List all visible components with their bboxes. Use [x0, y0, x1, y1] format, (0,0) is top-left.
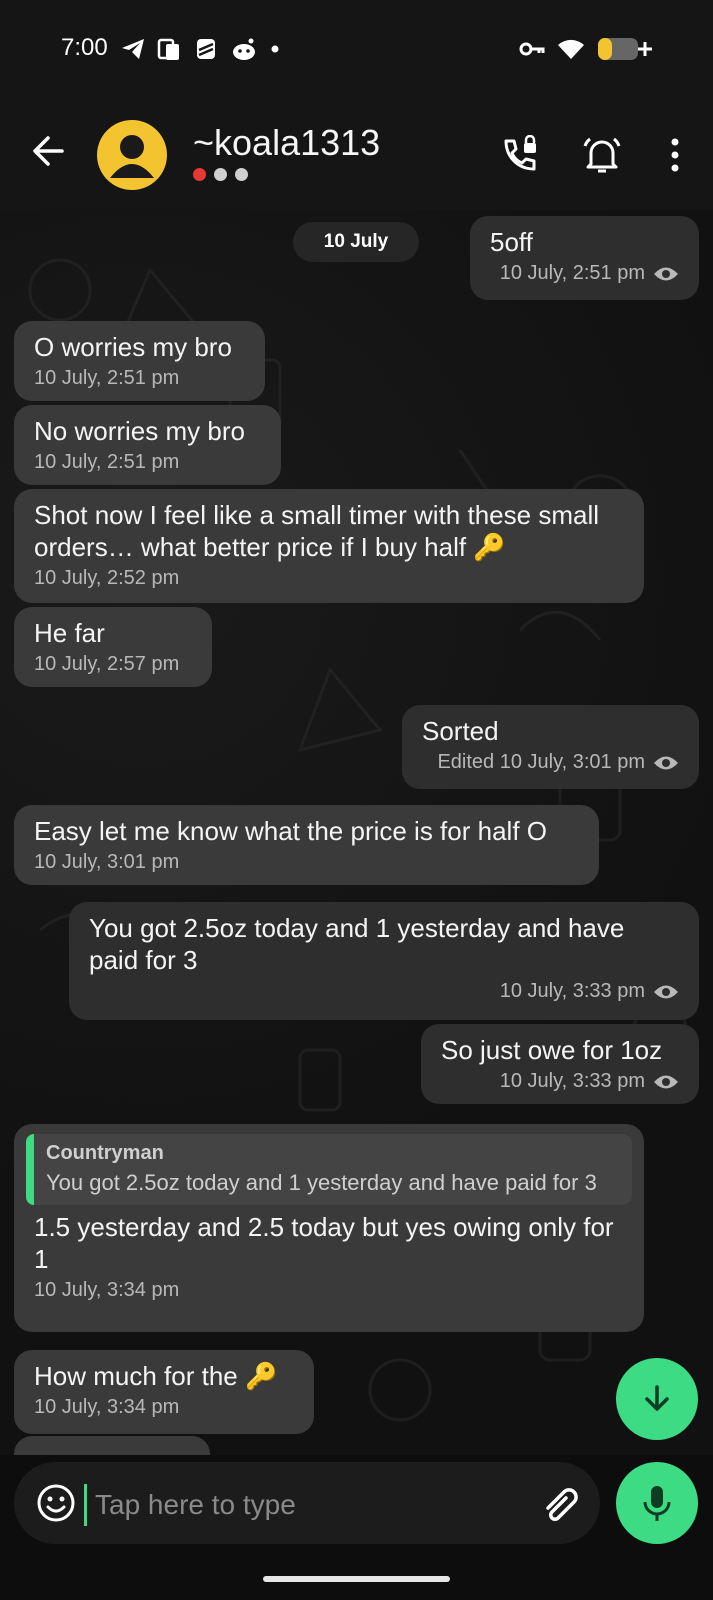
more-notifications-icon — [271, 45, 279, 53]
layers-icon — [197, 39, 215, 59]
message-composer — [14, 1462, 600, 1544]
back-button[interactable] — [24, 126, 74, 176]
message-timestamp: 10 July, 2:51 pm — [499, 262, 645, 284]
cards-icon — [157, 38, 179, 60]
more-vert-icon — [671, 138, 679, 172]
call-button[interactable] — [495, 130, 545, 180]
vpn-key-icon — [519, 42, 545, 56]
message-text: O worries my bro — [34, 332, 232, 362]
eye-icon — [654, 985, 678, 998]
message-bubble-incoming[interactable]: How much for the 🔑 10 July, 3:34 pm — [14, 1350, 314, 1434]
phone-lock-icon — [504, 135, 536, 171]
message-timestamp: 10 July, 2:52 pm — [34, 567, 180, 589]
message-bubble-outgoing[interactable]: So just owe for 1oz 10 July, 3:33 pm — [421, 1024, 699, 1104]
message-timestamp: 10 July, 2:51 pm — [34, 451, 180, 473]
message-bubble-incoming[interactable]: Easy let me know what the price is for h… — [14, 805, 599, 885]
telegram-icon — [122, 39, 144, 59]
message-text: Shot now I feel like a small timer with … — [34, 500, 599, 562]
scroll-to-bottom-button[interactable] — [616, 1358, 698, 1440]
battery-icon — [598, 38, 652, 60]
presence-dot-red — [193, 168, 206, 181]
message-text: You got 2.5oz today and 1 yesterday and … — [89, 913, 625, 975]
message-input[interactable] — [84, 1484, 517, 1526]
message-text: 5off — [490, 227, 533, 257]
message-bubble-incoming[interactable]: O worries my bro 10 July, 2:51 pm — [14, 321, 265, 401]
emoji-button[interactable] — [34, 1481, 78, 1525]
status-bar: 7:00 — [0, 0, 713, 100]
status-time: 7:00 — [61, 34, 108, 61]
attach-button[interactable] — [540, 1482, 584, 1526]
date-separator: 10 July — [293, 222, 419, 262]
notification-icons — [120, 36, 282, 62]
attachment-icon — [546, 1488, 578, 1521]
chat-header: ~koala1313 — [0, 100, 713, 210]
message-text: He far — [34, 618, 105, 648]
eye-icon — [654, 1075, 678, 1088]
person-icon — [110, 135, 154, 178]
emoji-icon — [37, 1484, 75, 1522]
eye-icon — [654, 756, 678, 769]
contact-name[interactable]: ~koala1313 — [193, 122, 380, 164]
message-text: How much for the 🔑 — [34, 1361, 278, 1391]
message-bubble-outgoing[interactable]: You got 2.5oz today and 1 yesterday and … — [69, 902, 699, 1020]
message-timestamp: 10 July, 3:33 pm — [499, 1070, 645, 1092]
message-text: 1.5 yesterday and 2.5 today but yes owin… — [34, 1212, 614, 1274]
message-timestamp: 10 July, 3:34 pm — [34, 1396, 180, 1418]
message-timestamp: 10 July, 2:57 pm — [34, 653, 180, 675]
message-timestamp: Edited 10 July, 3:01 pm — [437, 751, 645, 773]
arrow-down-icon — [645, 1385, 669, 1411]
message-bubble-incoming[interactable]: No worries my bro 10 July, 2:51 pm — [14, 405, 281, 485]
bell-icon — [583, 137, 621, 173]
more-options-button[interactable] — [650, 130, 700, 180]
message-bubble-incoming[interactable] — [14, 1436, 210, 1455]
message-meta: Edited 10 July, 3:01 pm — [422, 751, 679, 774]
message-timestamp: 10 July, 2:51 pm — [34, 367, 180, 389]
message-bubble-incoming[interactable]: He far 10 July, 2:57 pm — [14, 607, 212, 687]
reddit-icon — [233, 38, 255, 60]
message-list[interactable]: 10 July 5off 10 July, 2:51 pm O worries … — [0, 210, 713, 1455]
notifications-button[interactable] — [577, 130, 627, 180]
message-bubble-outgoing[interactable]: 5off 10 July, 2:51 pm — [470, 216, 699, 300]
presence-dot — [235, 168, 248, 181]
reply-text: You got 2.5oz today and 1 yesterday and … — [46, 1170, 597, 1195]
avatar[interactable] — [97, 120, 167, 190]
message-text: Sorted — [422, 716, 499, 746]
message-timestamp: 10 July, 3:34 pm — [34, 1279, 180, 1301]
chat-screen: 7:00 ~koala1313 10 July 5off 10 July, 2:… — [0, 0, 713, 1600]
message-text: No worries my bro — [34, 416, 245, 446]
message-timestamp: 10 July, 3:33 pm — [499, 980, 645, 1002]
presence-dot — [214, 168, 227, 181]
reply-author: Countryman — [46, 1142, 164, 1164]
message-bubble-outgoing[interactable]: Sorted Edited 10 July, 3:01 pm — [402, 705, 699, 789]
home-indicator[interactable] — [263, 1576, 450, 1582]
message-bubble-incoming[interactable]: Countryman You got 2.5oz today and 1 yes… — [14, 1124, 644, 1332]
message-meta: 10 July, 3:33 pm — [89, 980, 679, 1003]
message-meta: 10 July, 3:33 pm — [441, 1070, 679, 1093]
message-meta: 10 July, 2:51 pm — [490, 262, 679, 285]
eye-icon — [654, 267, 678, 280]
reply-quote[interactable]: Countryman You got 2.5oz today and 1 yes… — [26, 1134, 632, 1205]
message-text: Easy let me know what the price is for h… — [34, 816, 547, 846]
message-timestamp: 10 July, 3:01 pm — [34, 851, 180, 873]
message-text: So just owe for 1oz — [441, 1035, 663, 1065]
microphone-icon — [643, 1486, 671, 1521]
presence-indicator — [193, 168, 248, 181]
message-bubble-incoming[interactable]: Shot now I feel like a small timer with … — [14, 489, 644, 603]
wifi-icon — [558, 39, 584, 59]
voice-record-button[interactable] — [616, 1462, 698, 1544]
system-icons — [519, 36, 653, 62]
arrow-left-icon — [33, 136, 64, 166]
